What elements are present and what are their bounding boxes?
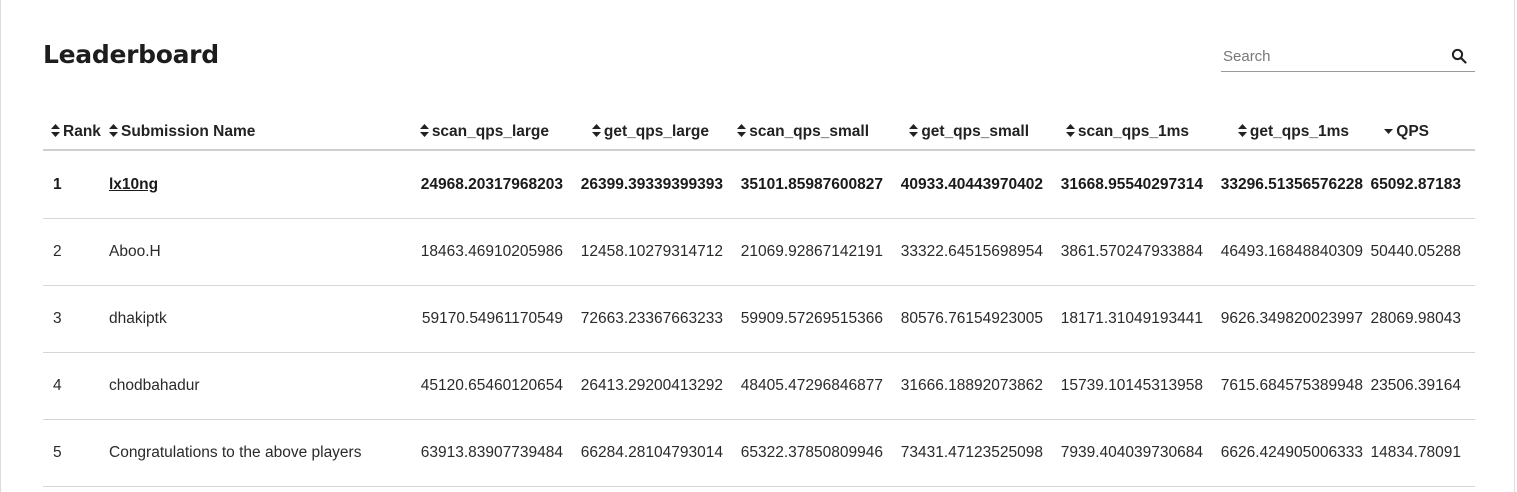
scan-qps-large-cell: 45120.65460120654 — [403, 352, 563, 420]
get-qps-1ms-cell: 46493.16848840309 — [1203, 218, 1363, 286]
get-qps-small-cell: 33322.64515698954 — [883, 218, 1043, 286]
scan-qps-1ms-cell: 3861.570247933884 — [1043, 218, 1203, 286]
qps-cell: 65092.87183 — [1363, 150, 1475, 219]
column-header-scan-qps-small[interactable]: scan_qps_small — [723, 114, 883, 151]
qps-cell: 23506.39164 — [1363, 352, 1475, 420]
sort-both-icon — [109, 123, 118, 137]
get-qps-large-cell: 12458.10279314712 — [563, 218, 723, 286]
scan-qps-1ms-cell: 15739.10145313958 — [1043, 352, 1203, 420]
get-qps-small-cell: 31666.18892073862 — [883, 352, 1043, 420]
column-label: QPS — [1396, 122, 1429, 140]
qps-cell: 14834.78091 — [1363, 419, 1475, 487]
column-header-qps[interactable]: QPS — [1363, 114, 1475, 151]
get-qps-1ms-cell: 6626.424905006333 — [1203, 419, 1363, 487]
sort-desc-icon — [1384, 128, 1394, 134]
get-qps-large-cell: 72663.23367663233 — [563, 285, 723, 353]
submission-name-cell: lx10ng — [105, 150, 403, 219]
sort-both-icon — [419, 123, 429, 137]
submission-name-link[interactable]: lx10ng — [109, 176, 158, 193]
sort-both-icon — [1237, 123, 1247, 137]
column-label: Submission Name — [121, 122, 256, 140]
submission-name-cell: Aboo.H — [105, 218, 403, 286]
scan-qps-small-cell: 35101.85987600827 — [723, 150, 883, 219]
table-header-row: Rank Submission Name scan_qps_large get_… — [43, 114, 1475, 151]
page-title: Leaderboard — [43, 40, 219, 69]
rank-cell: 2 — [43, 218, 105, 286]
column-header-scan-qps-large[interactable]: scan_qps_large — [403, 114, 563, 151]
column-header-rank[interactable]: Rank — [43, 114, 105, 151]
search-icon[interactable] — [1451, 48, 1467, 64]
table-row: 5 Congratulations to the above players 6… — [43, 419, 1475, 487]
sort-both-icon — [1065, 123, 1075, 137]
scan-qps-large-cell: 18463.46910205986 — [403, 218, 563, 286]
get-qps-1ms-cell: 9626.349820023997 — [1203, 285, 1363, 353]
get-qps-small-cell: 40933.40443970402 — [883, 150, 1043, 219]
rank-cell: 4 — [43, 352, 105, 420]
scan-qps-large-cell: 63913.83907739484 — [403, 419, 563, 487]
column-header-scan-qps-1ms[interactable]: scan_qps_1ms — [1043, 114, 1203, 151]
get-qps-small-cell: 73431.47123525098 — [883, 419, 1043, 487]
leaderboard-table: Rank Submission Name scan_qps_large get_… — [43, 114, 1475, 487]
qps-cell: 28069.98043 — [1363, 285, 1475, 353]
column-header-get-qps-1ms[interactable]: get_qps_1ms — [1203, 114, 1363, 151]
column-label: get_qps_1ms — [1249, 122, 1349, 140]
table-row: 4 chodbahadur 45120.65460120654 26413.29… — [43, 352, 1475, 420]
submission-name-cell: chodbahadur — [105, 352, 403, 420]
scan-qps-large-cell: 59170.54961170549 — [403, 285, 563, 353]
column-header-get-qps-small[interactable]: get_qps_small — [883, 114, 1043, 151]
rank-cell: 5 — [43, 419, 105, 487]
get-qps-large-cell: 26413.29200413292 — [563, 352, 723, 420]
scan-qps-large-cell: 24968.20317968203 — [403, 150, 563, 219]
column-label: Rank — [63, 122, 101, 140]
submission-name-cell: Congratulations to the above players — [105, 419, 403, 487]
table-row: 3 dhakiptk 59170.54961170549 72663.23367… — [43, 285, 1475, 353]
column-label: scan_qps_small — [749, 122, 869, 140]
get-qps-1ms-cell: 33296.51356576228 — [1203, 150, 1363, 219]
get-qps-1ms-cell: 7615.684575389948 — [1203, 352, 1363, 420]
search-input[interactable] — [1223, 45, 1443, 67]
scan-qps-1ms-cell: 7939.404039730684 — [1043, 419, 1203, 487]
leaderboard-page: Leaderboard Rank Submission Name sc — [0, 0, 1515, 492]
column-header-submission-name[interactable]: Submission Name — [105, 114, 403, 151]
sort-both-icon — [737, 123, 747, 137]
sort-both-icon — [51, 123, 60, 137]
scan-qps-small-cell: 48405.47296846877 — [723, 352, 883, 420]
sort-both-icon — [909, 123, 919, 137]
search-box[interactable] — [1221, 42, 1475, 72]
scan-qps-small-cell: 21069.92867142191 — [723, 218, 883, 286]
table-row: 2 Aboo.H 18463.46910205986 12458.1027931… — [43, 218, 1475, 286]
get-qps-small-cell: 80576.76154923005 — [883, 285, 1043, 353]
scan-qps-1ms-cell: 18171.31049193441 — [1043, 285, 1203, 353]
get-qps-large-cell: 66284.28104793014 — [563, 419, 723, 487]
scan-qps-1ms-cell: 31668.95540297314 — [1043, 150, 1203, 219]
rank-cell: 3 — [43, 285, 105, 353]
column-label: scan_qps_large — [431, 122, 549, 140]
column-label: get_qps_small — [921, 122, 1029, 140]
column-header-get-qps-large[interactable]: get_qps_large — [563, 114, 723, 151]
column-label: scan_qps_1ms — [1077, 122, 1189, 140]
column-label: get_qps_large — [603, 122, 709, 140]
scan-qps-small-cell: 59909.57269515366 — [723, 285, 883, 353]
scan-qps-small-cell: 65322.37850809946 — [723, 419, 883, 487]
rank-cell: 1 — [43, 150, 105, 219]
qps-cell: 50440.05288 — [1363, 218, 1475, 286]
sort-both-icon — [591, 123, 601, 137]
get-qps-large-cell: 26399.39339399393 — [563, 150, 723, 219]
submission-name-cell: dhakiptk — [105, 285, 403, 353]
table-row: 1 lx10ng 24968.20317968203 26399.3933939… — [43, 150, 1475, 219]
